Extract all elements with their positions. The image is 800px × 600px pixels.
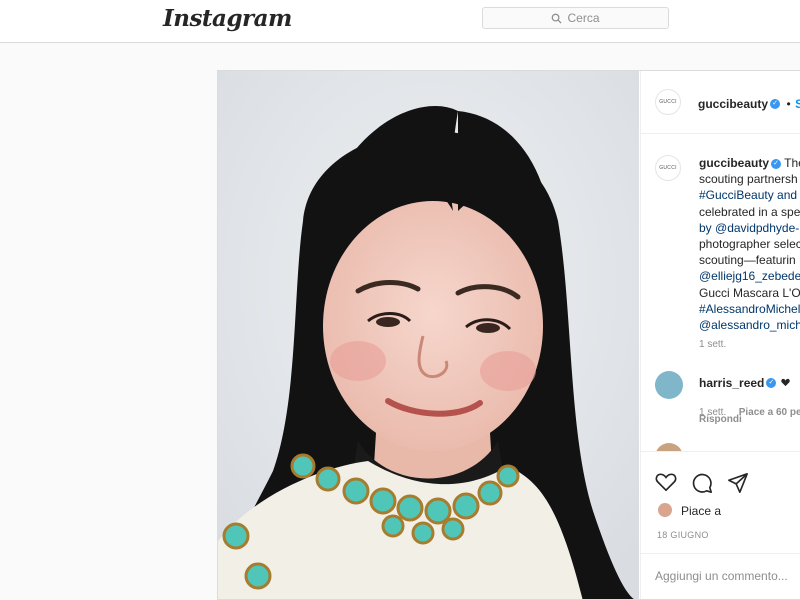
caption-hashtag[interactable]: #AlessandroMichel	[699, 301, 800, 317]
author-avatar[interactable]: GUCCI	[655, 89, 681, 115]
search-input[interactable]: Cerca	[482, 7, 669, 29]
caption-line: The	[784, 156, 800, 170]
caption-line: scouting—featurin	[699, 253, 796, 268]
post-caption: guccibeauty✓ The scouting partnersh #Guc…	[699, 155, 800, 333]
caption-line: celebrated in a spe	[699, 204, 800, 219]
caption-avatar[interactable]: GUCCI	[655, 155, 681, 181]
add-comment-field[interactable]: Aggiungi un commento...	[641, 553, 800, 599]
separator-dot: •	[786, 97, 791, 111]
verified-badge-icon: ✓	[771, 158, 782, 169]
instagram-logo[interactable]: Instagram	[163, 5, 292, 32]
caption-line: scouting partnersh	[699, 172, 798, 187]
post-date[interactable]: 18 GIUGNO	[657, 530, 709, 540]
heart-emoji-icon	[781, 378, 790, 387]
search-placeholder: Cerca	[567, 11, 600, 25]
verified-badge-icon: ✓	[766, 377, 777, 388]
reply-button[interactable]: Rispondi	[699, 414, 742, 425]
heart-icon[interactable]	[655, 472, 677, 492]
follow-button[interactable]: S	[795, 97, 800, 111]
top-navbar: Instagram Cerca	[0, 0, 800, 43]
caption-line: photographer selec	[699, 237, 800, 252]
comment-icon[interactable]	[691, 472, 713, 494]
caption-mention[interactable]: @elliejg16_zebede	[699, 268, 800, 284]
portrait-image	[218, 71, 639, 599]
comment-placeholder: Aggiungi un commento...	[655, 569, 788, 583]
caption-time[interactable]: 1 sett.	[699, 339, 726, 350]
search-icon	[552, 13, 563, 24]
commenter-avatar[interactable]	[655, 371, 683, 399]
comment-likes[interactable]: Piace a 60 pe	[739, 407, 800, 418]
commenter-username[interactable]: harris_reed	[699, 376, 764, 390]
post-header: GUCCI guccibeauty✓ • S	[641, 71, 800, 134]
share-icon[interactable]	[727, 472, 749, 494]
post-card: GUCCI guccibeauty✓ • S GUCCI guccibeauty…	[217, 70, 800, 600]
caption-username[interactable]: guccibeauty	[699, 156, 769, 170]
caption-mention[interactable]: by @davidpdhyde-	[699, 220, 800, 236]
caption-mention[interactable]: @alessandro_mich	[699, 317, 800, 333]
author-username[interactable]: guccibeauty	[698, 97, 768, 111]
liker-avatar[interactable]	[657, 502, 673, 518]
caption-hashtag[interactable]: #GucciBeauty and	[699, 187, 800, 203]
post-photo[interactable]	[218, 71, 639, 599]
likes-text[interactable]: Piace a	[681, 504, 721, 518]
caption-line: Gucci Mascara L'Ob	[699, 285, 800, 300]
post-side-panel: GUCCI guccibeauty✓ • S GUCCI guccibeauty…	[640, 71, 800, 599]
verified-badge-icon: ✓	[770, 98, 781, 109]
